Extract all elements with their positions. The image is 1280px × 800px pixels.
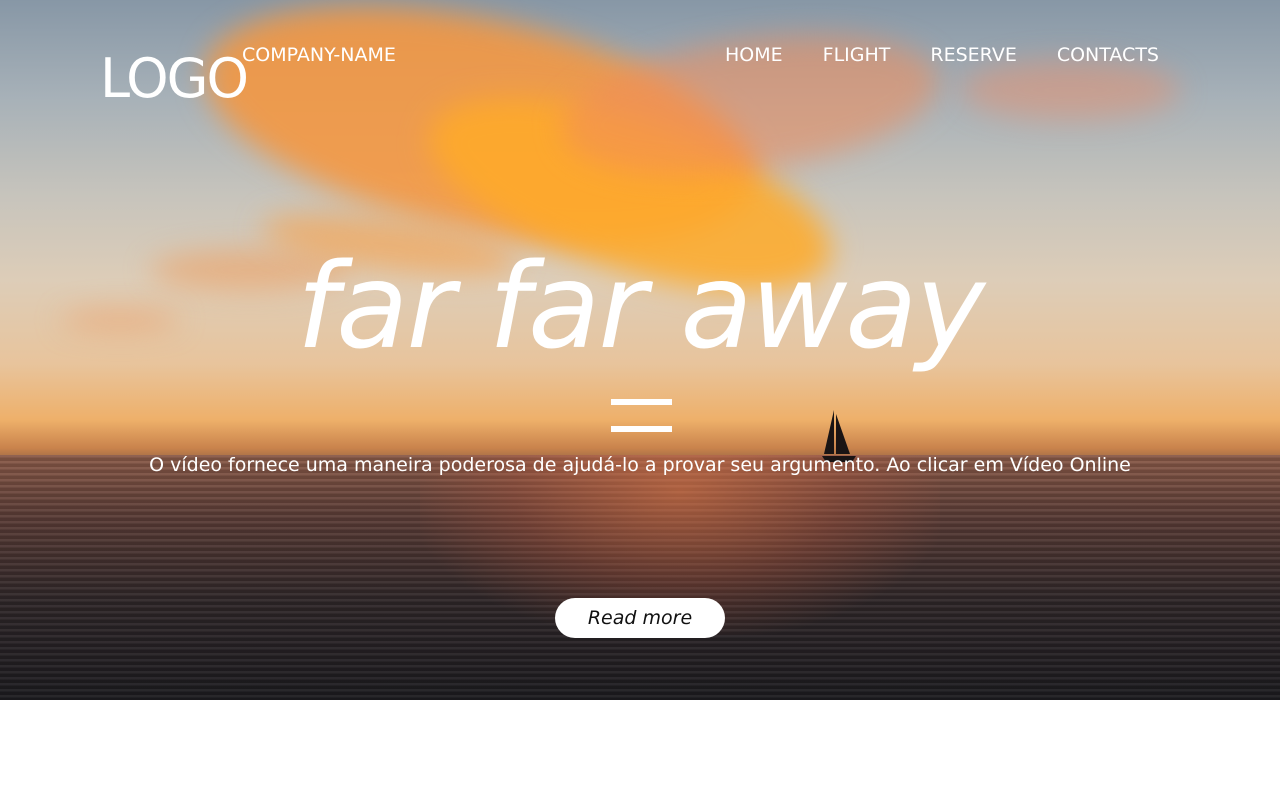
hero-subtitle: O vídeo fornece uma maneira poderosa de …	[149, 454, 1131, 476]
read-more-button[interactable]: Read more	[555, 598, 725, 638]
equal-icon	[611, 399, 672, 433]
sunset-cloud	[960, 60, 1180, 120]
logo[interactable]: LOGO	[100, 44, 249, 114]
divider-bar-bottom	[611, 426, 672, 432]
nav-flight[interactable]: FLIGHT	[823, 42, 891, 68]
main-nav: HOME FLIGHT RESERVE CONTACTS	[725, 42, 1159, 68]
hero-headline: far far away	[296, 237, 986, 375]
nav-home[interactable]: HOME	[725, 42, 783, 68]
divider-bar-top	[611, 399, 672, 405]
company-name: COMPANY-NAME	[242, 44, 396, 66]
nav-contacts[interactable]: CONTACTS	[1057, 42, 1159, 68]
nav-reserve[interactable]: RESERVE	[930, 42, 1016, 68]
